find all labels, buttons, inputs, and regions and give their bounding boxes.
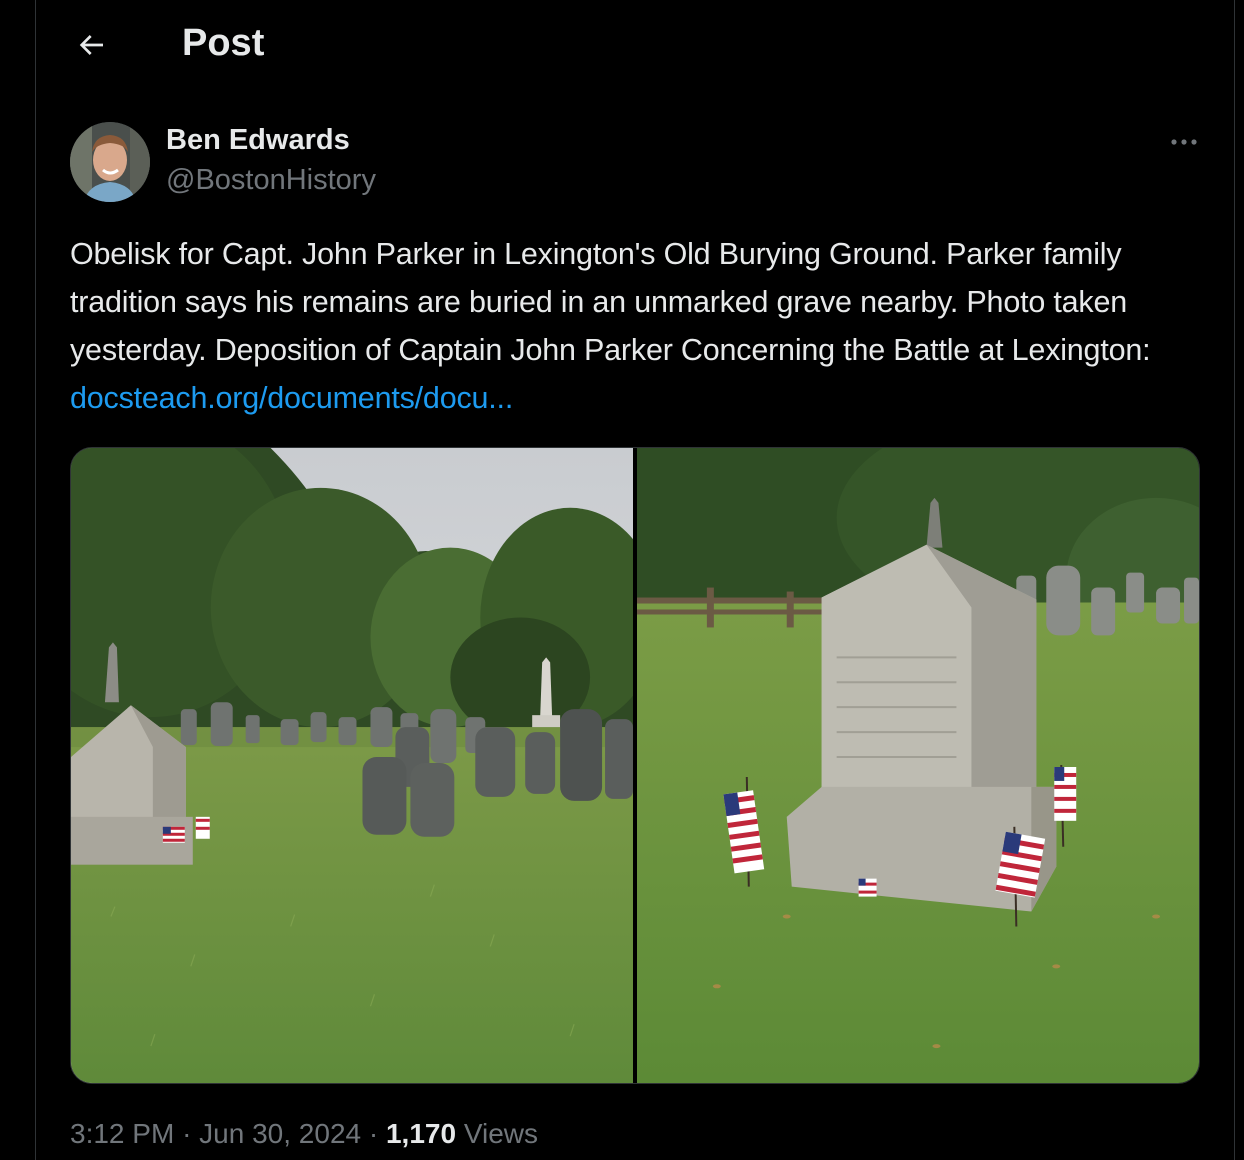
page-title: Post bbox=[182, 22, 265, 64]
post-time[interactable]: 3:12 PM bbox=[70, 1118, 174, 1149]
views-label: Views bbox=[463, 1118, 539, 1149]
avatar-image bbox=[70, 122, 150, 202]
author-handle[interactable]: @BostonHistory bbox=[166, 164, 376, 197]
photo-cemetery-wide[interactable] bbox=[71, 448, 633, 1083]
meta-separator: · bbox=[182, 1118, 192, 1149]
more-button[interactable] bbox=[1164, 128, 1204, 156]
post-text: Obelisk for Capt. John Parker in Lexingt… bbox=[70, 230, 1210, 422]
meta-separator-2: · bbox=[368, 1118, 379, 1149]
post-link[interactable]: docsteach.org/documents/docu... bbox=[70, 381, 513, 415]
back-button[interactable] bbox=[72, 26, 110, 64]
views-count: 1,170 bbox=[385, 1118, 457, 1149]
photo-obelisk-closeup[interactable] bbox=[637, 448, 1199, 1083]
post-column: Post Ben Edwards @BostonHistory Obelisk … bbox=[35, 0, 1235, 1160]
post-date[interactable]: Jun 30, 2024 bbox=[199, 1118, 361, 1149]
author-name[interactable]: Ben Edwards bbox=[166, 124, 350, 157]
avatar[interactable] bbox=[70, 122, 150, 202]
post-meta: 3:12 PM · Jun 30, 2024 · 1,170 Views bbox=[70, 1118, 538, 1150]
post-header: Post bbox=[36, 0, 1234, 92]
arrow-left-icon bbox=[79, 35, 103, 55]
more-horizontal-icon bbox=[1171, 139, 1197, 145]
post-media bbox=[70, 447, 1200, 1084]
post-body: Obelisk for Capt. John Parker in Lexingt… bbox=[70, 237, 1151, 367]
